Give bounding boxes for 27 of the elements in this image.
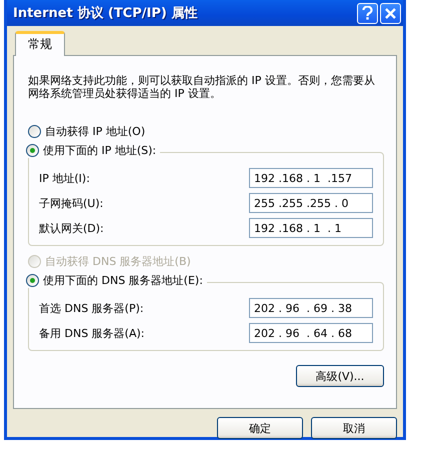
radio-label: 使用下面的 IP 地址(S): xyxy=(43,143,156,158)
field-label: 首选 DNS 服务器(P): xyxy=(39,300,144,316)
close-button[interactable] xyxy=(380,2,401,24)
field-label: 默认网关(D): xyxy=(39,220,104,236)
ip-address-field[interactable]: 255 .255 .255 . 0 xyxy=(249,193,373,213)
radio-button[interactable] xyxy=(26,274,39,287)
window-title: Internet 协议 (TCP/IP) 属性 xyxy=(12,4,198,22)
ok-button[interactable]: 确定 xyxy=(217,417,303,439)
ip-address-field[interactable]: 192 .168 . 1 .157 xyxy=(249,168,373,188)
field-label: 备用 DNS 服务器(A): xyxy=(39,326,144,340)
radio-label: 自动获得 IP 地址(O) xyxy=(45,124,146,139)
radio-label: 使用下面的 DNS 服务器地址(E): xyxy=(43,273,203,288)
help-button[interactable] xyxy=(357,2,378,24)
radio-label: 自动获得 DNS 服务器地址(B) xyxy=(45,254,191,269)
field-label: IP 地址(I): xyxy=(39,170,90,186)
close-icon xyxy=(385,8,396,18)
tab[interactable]: 常规 xyxy=(15,31,65,56)
field-label: 子网掩码(U): xyxy=(39,196,104,210)
help-icon xyxy=(362,6,373,20)
ip-address-field[interactable]: 192 .168 . 1 . 1 xyxy=(249,218,373,238)
ip-address-field[interactable]: 202 . 96 . 69 . 38 xyxy=(249,298,373,318)
radio-button[interactable] xyxy=(26,144,39,157)
radio-button[interactable] xyxy=(28,125,41,138)
advanced-button[interactable]: 高级(V)... xyxy=(296,365,384,387)
description-text: 如果网络支持此功能，则可以获取自动指派的 IP 设置。否则，您需要从网络系统管理员处获得适当的 IP 设置。 xyxy=(28,74,376,100)
cancel-button[interactable]: 取消 xyxy=(311,417,397,439)
ip-address-field[interactable]: 202 . 96 . 64 . 68 xyxy=(249,323,373,343)
